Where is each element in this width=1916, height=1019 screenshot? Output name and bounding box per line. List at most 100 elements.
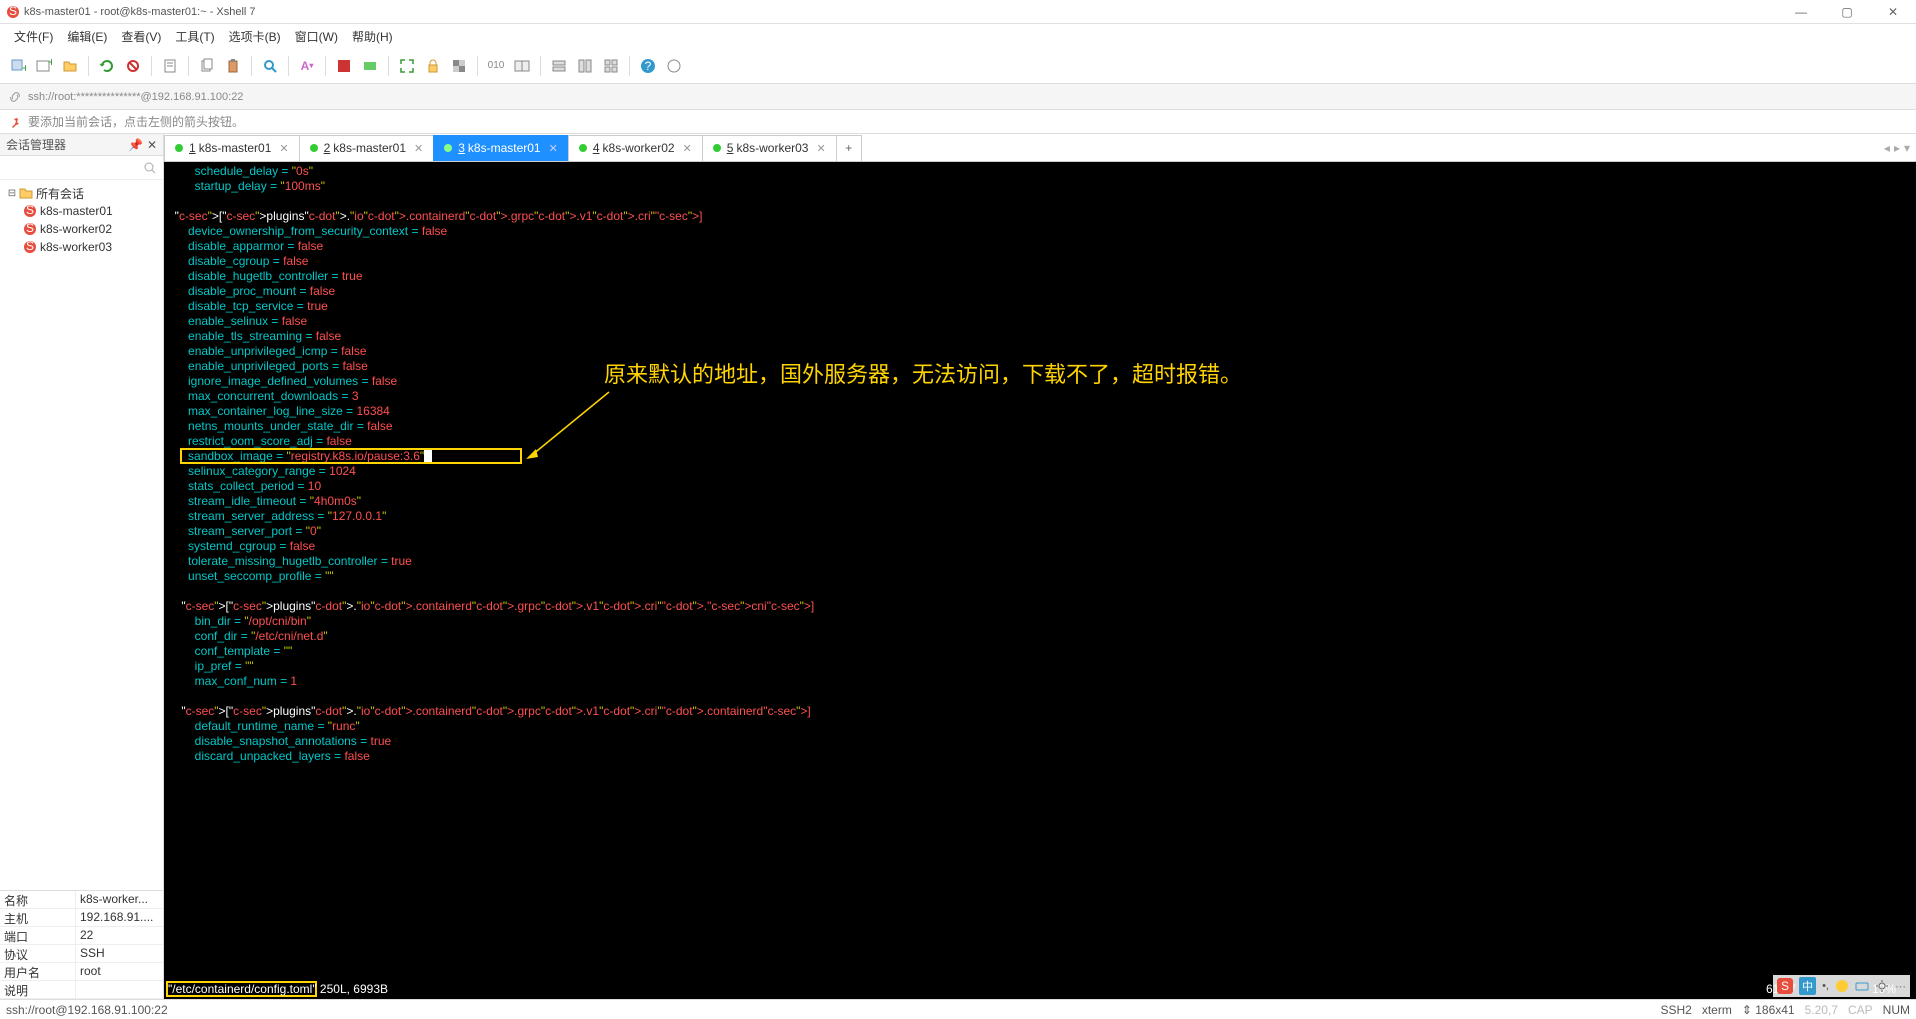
terminal-line: "c-sec">["c-sec">plugins"c-dot">."io"c-d… bbox=[164, 704, 1916, 719]
address-text[interactable]: ssh://root:***************@192.168.91.10… bbox=[28, 91, 243, 103]
tab-label: k8s-worker02 bbox=[603, 141, 675, 155]
ascii-icon[interactable]: 010 bbox=[486, 56, 506, 76]
ime-lang-icon[interactable]: 中 bbox=[1799, 977, 1816, 995]
tab-close-icon[interactable]: ✕ bbox=[414, 142, 423, 155]
tree-item[interactable]: Sk8s-worker02 bbox=[2, 220, 161, 238]
tree-root[interactable]: ⊟ 所有会话 bbox=[2, 184, 161, 202]
terminal-line: disable_snapshot_annotations = true bbox=[164, 734, 1916, 749]
font-icon[interactable]: A▾ bbox=[297, 56, 317, 76]
terminal-line: ip_pref = "" bbox=[164, 659, 1916, 674]
highlight-icon[interactable] bbox=[360, 56, 380, 76]
layout-vert-icon[interactable] bbox=[575, 56, 595, 76]
layout-grid-icon[interactable] bbox=[601, 56, 621, 76]
terminal-line: ignore_image_defined_volumes = false bbox=[164, 374, 1916, 389]
reconnect-icon[interactable] bbox=[97, 56, 117, 76]
find-icon[interactable] bbox=[260, 56, 280, 76]
transparency-icon[interactable] bbox=[449, 56, 469, 76]
tree-item[interactable]: Sk8s-worker03 bbox=[2, 238, 161, 256]
search-icon bbox=[143, 161, 157, 175]
link-icon bbox=[8, 90, 22, 104]
disconnect-icon[interactable] bbox=[123, 56, 143, 76]
tab[interactable]: 1 k8s-master01✕ bbox=[164, 135, 300, 161]
sidebar-pin-icon[interactable]: 📌 bbox=[128, 138, 143, 152]
tree-item[interactable]: Sk8s-master01 bbox=[2, 202, 161, 220]
maximize-button[interactable]: ▢ bbox=[1824, 0, 1870, 24]
tray-keyboard-icon[interactable] bbox=[1855, 979, 1869, 993]
menu-tabs[interactable]: 选项卡(B) bbox=[223, 26, 287, 47]
prop-host-key: 主机 bbox=[0, 909, 76, 926]
layout-horiz-icon[interactable] bbox=[549, 56, 569, 76]
ime-icon[interactable]: S bbox=[1777, 978, 1793, 994]
prop-port-key: 端口 bbox=[0, 927, 76, 944]
terminal-line: tolerate_missing_hugetlb_controller = tr… bbox=[164, 554, 1916, 569]
open-icon[interactable] bbox=[60, 56, 80, 76]
tab-status-dot bbox=[310, 144, 318, 152]
tab-add-button[interactable]: + bbox=[836, 135, 862, 161]
lock-icon[interactable] bbox=[423, 56, 443, 76]
info-icon[interactable] bbox=[664, 56, 684, 76]
sidebar-close-icon[interactable]: ✕ bbox=[147, 138, 157, 152]
terminal-line: enable_unprivileged_icmp = false bbox=[164, 344, 1916, 359]
paste-icon[interactable] bbox=[223, 56, 243, 76]
help-icon[interactable]: ? bbox=[638, 56, 658, 76]
tab[interactable]: 4 k8s-worker02 ✕ bbox=[568, 135, 703, 161]
sidebar-search[interactable] bbox=[0, 156, 163, 180]
properties-icon[interactable] bbox=[160, 56, 180, 76]
minimize-button[interactable]: — bbox=[1778, 0, 1824, 24]
window-title: k8s-master01 - root@k8s-master01:~ - Xsh… bbox=[24, 6, 256, 18]
terminal-line: disable_hugetlb_controller = true bbox=[164, 269, 1916, 284]
system-tray: S 中 •, ⋯ bbox=[1773, 975, 1910, 997]
menu-tools[interactable]: 工具(T) bbox=[169, 26, 220, 47]
tab-label: k8s-master01 bbox=[468, 141, 541, 155]
terminal-line: default_runtime_name = "runc" bbox=[164, 719, 1916, 734]
terminal-footer: "/etc/containerd/config.toml" 250L, 6993… bbox=[164, 982, 1916, 997]
menu-file[interactable]: 文件(F) bbox=[8, 26, 59, 47]
tab-number: 1 bbox=[189, 141, 196, 155]
terminal-line: discard_unpacked_layers = false bbox=[164, 749, 1916, 764]
tree-item-label: k8s-worker03 bbox=[40, 240, 112, 254]
close-button[interactable]: ✕ bbox=[1870, 0, 1916, 24]
tab-number: 2 bbox=[324, 141, 331, 155]
encoding-icon[interactable] bbox=[512, 56, 532, 76]
tab[interactable]: 3 k8s-master01✕ bbox=[433, 135, 569, 161]
tab-close-icon[interactable]: ✕ bbox=[816, 142, 825, 155]
tab[interactable]: 2 k8s-master01✕ bbox=[299, 135, 435, 161]
menu-help[interactable]: 帮助(H) bbox=[346, 26, 399, 47]
folder-icon bbox=[18, 185, 34, 201]
fullscreen-icon[interactable] bbox=[397, 56, 417, 76]
app-icon: S bbox=[6, 5, 20, 19]
tab[interactable]: 5 k8s-worker03✕ bbox=[702, 135, 837, 161]
menu-edit[interactable]: 编辑(E) bbox=[61, 26, 113, 47]
new-window-icon[interactable]: + bbox=[34, 56, 54, 76]
tab-bar: 1 k8s-master01✕2 k8s-master01✕3 k8s-mast… bbox=[164, 134, 1916, 162]
tray-more-icon[interactable]: ⋯ bbox=[1895, 980, 1906, 993]
menu-window[interactable]: 窗口(W) bbox=[289, 26, 344, 47]
tree-collapse-icon[interactable]: ⊟ bbox=[6, 188, 18, 199]
terminal-line: bin_dir = "/opt/cni/bin" bbox=[164, 614, 1916, 629]
sidebar-header: 会话管理器 📌 ✕ bbox=[0, 134, 163, 156]
tab-close-icon[interactable]: ✕ bbox=[549, 142, 558, 155]
tray-settings-icon[interactable] bbox=[1875, 979, 1889, 993]
tab-next-icon[interactable]: ▸ bbox=[1894, 141, 1900, 155]
terminal-line: enable_tls_streaming = false bbox=[164, 329, 1916, 344]
session-icon: S bbox=[22, 239, 38, 255]
tab-status-dot bbox=[444, 144, 452, 152]
tab-close-icon[interactable]: ✕ bbox=[683, 142, 692, 155]
session-icon: S bbox=[22, 221, 38, 237]
tray-punct-icon[interactable]: •, bbox=[1822, 980, 1829, 992]
terminal[interactable]: schedule_delay = "0s" startup_delay = "1… bbox=[164, 162, 1916, 999]
prop-desc-key: 说明 bbox=[0, 981, 76, 998]
color-icon[interactable] bbox=[334, 56, 354, 76]
svg-text:S: S bbox=[9, 5, 17, 18]
menu-view[interactable]: 查看(V) bbox=[115, 26, 167, 47]
tray-smile-icon[interactable] bbox=[1835, 979, 1849, 993]
tab-prev-icon[interactable]: ◂ bbox=[1884, 141, 1890, 155]
copy-icon[interactable] bbox=[197, 56, 217, 76]
pin-icon bbox=[8, 115, 22, 129]
new-session-icon[interactable]: + bbox=[8, 56, 28, 76]
prop-name-val: k8s-worker... bbox=[76, 891, 163, 908]
tab-list-icon[interactable]: ▾ bbox=[1904, 141, 1910, 155]
tab-close-icon[interactable]: ✕ bbox=[279, 142, 288, 155]
tab-number: 4 bbox=[593, 141, 600, 155]
address-bar: ssh://root:***************@192.168.91.10… bbox=[0, 84, 1916, 110]
